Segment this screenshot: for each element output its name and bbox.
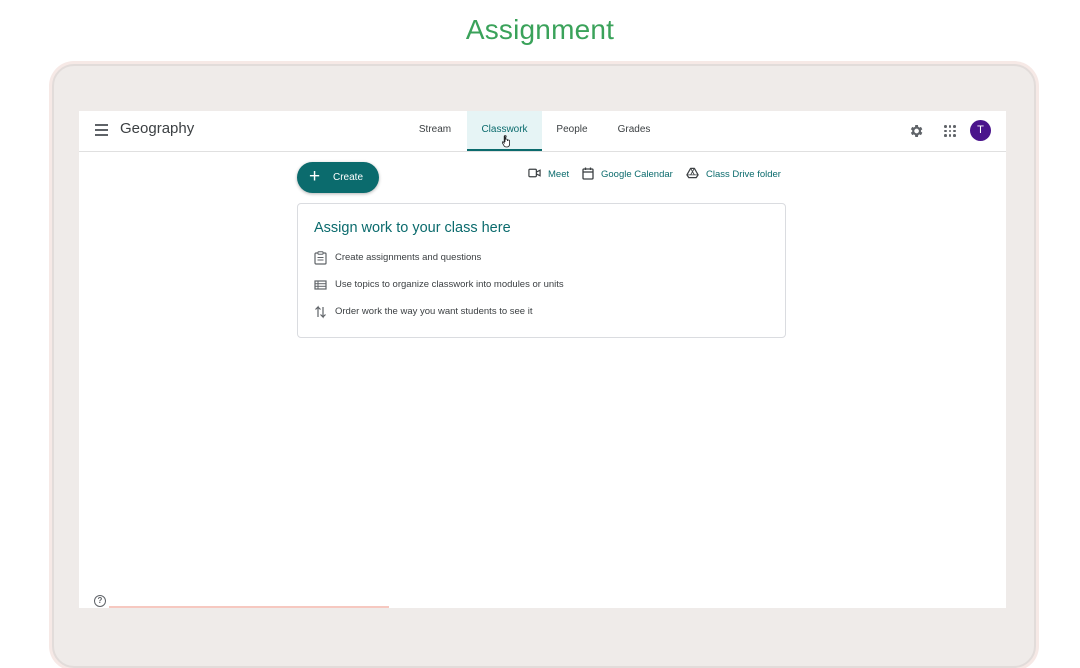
card-item-text: Order work the way you want students to …	[335, 306, 533, 317]
topic-list-icon	[314, 280, 327, 290]
assignment-icon	[314, 251, 327, 265]
tab-people[interactable]: People	[542, 111, 602, 151]
drive-icon	[686, 167, 699, 179]
settings-gear-icon[interactable]	[908, 123, 924, 139]
hamburger-menu-icon[interactable]	[95, 124, 108, 137]
tab-stream[interactable]: Stream	[405, 111, 465, 151]
calendar-icon	[582, 167, 594, 180]
card-item-text: Create assignments and questions	[335, 252, 482, 263]
tab-grades[interactable]: Grades	[602, 111, 666, 151]
meet-link-label: Meet	[548, 169, 570, 180]
google-calendar-link-label: Google Calendar	[601, 169, 673, 180]
plus-icon: +	[309, 166, 321, 187]
card-title: Assign work to your class here	[314, 220, 511, 236]
user-avatar[interactable]: T	[970, 120, 991, 141]
class-title[interactable]: Geography	[120, 120, 194, 137]
create-button-label: Create	[333, 172, 364, 183]
classroom-screen: Geography Stream Classwork People Grades…	[79, 111, 1006, 608]
create-button[interactable]: + Create	[297, 162, 379, 193]
empty-classwork-card: Assign work to your class here Create as…	[297, 203, 786, 338]
page-heading: Assignment	[465, 14, 615, 45]
card-item-text: Use topics to organize classwork into mo…	[335, 279, 564, 290]
help-icon[interactable]: ?	[94, 595, 106, 607]
class-drive-folder-link-label: Class Drive folder	[706, 169, 781, 180]
video-camera-icon	[528, 168, 541, 178]
google-apps-icon[interactable]	[944, 125, 956, 137]
reorder-icon	[315, 305, 326, 319]
top-app-bar: Geography Stream Classwork People Grades…	[79, 111, 1006, 152]
hand-cursor-icon	[502, 135, 510, 148]
